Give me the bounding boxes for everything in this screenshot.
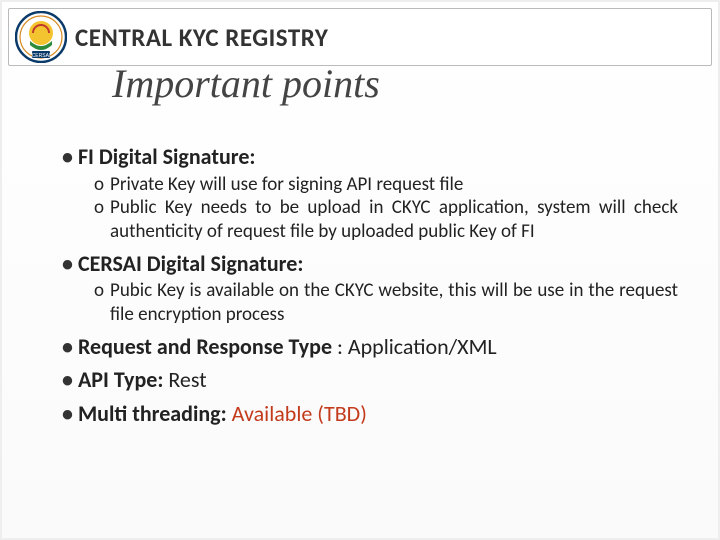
bullet-strong: API Type:	[78, 366, 168, 393]
bullet-strong: Multi threading:	[78, 400, 232, 427]
bullet-value: Rest	[168, 366, 206, 393]
sub-text: Pubic Key is available on the CKYC websi…	[110, 279, 678, 326]
bullet-heading: FI Digital Signature:	[78, 143, 256, 170]
content-area: FI Digital Signature: o Private Key will…	[62, 137, 678, 429]
header-band: CERSAI CENTRAL KYC REGISTRY	[8, 8, 712, 66]
cersai-logo-icon: CERSAI	[15, 11, 67, 63]
bullet-value: : Application/XML	[332, 333, 497, 360]
sub-bullet: o Private Key will use for signing API r…	[94, 173, 678, 197]
bullet-strong: Request and Response Type	[78, 333, 332, 360]
bullet-request-response: Request and Response Type : Application/…	[62, 333, 678, 361]
bullet-cersai-digital-signature: CERSAI Digital Signature:	[62, 250, 678, 278]
bullet-multi-threading: Multi threading: Available (TBD)	[62, 400, 678, 428]
sub-text: Public Key needs to be upload in CKYC ap…	[110, 196, 678, 243]
sub-text: Private Key will use for signing API req…	[110, 173, 463, 196]
page-title: Important points	[112, 60, 380, 107]
brand-title: CENTRAL KYC REGISTRY	[75, 22, 328, 53]
svg-text:CERSAI: CERSAI	[32, 53, 51, 59]
bullet-api-type: API Type: Rest	[62, 366, 678, 394]
bullet-fi-digital-signature: FI Digital Signature:	[62, 143, 678, 171]
bullet-heading: CERSAI Digital Signature:	[78, 250, 303, 277]
sub-bullet: o Public Key needs to be upload in CKYC …	[94, 196, 678, 244]
slide: CERSAI CENTRAL KYC REGISTRY Important po…	[0, 0, 720, 540]
sub-bullet: o Pubic Key is available on the CKYC web…	[94, 279, 678, 327]
bullet-value: Available (TBD)	[232, 400, 367, 427]
